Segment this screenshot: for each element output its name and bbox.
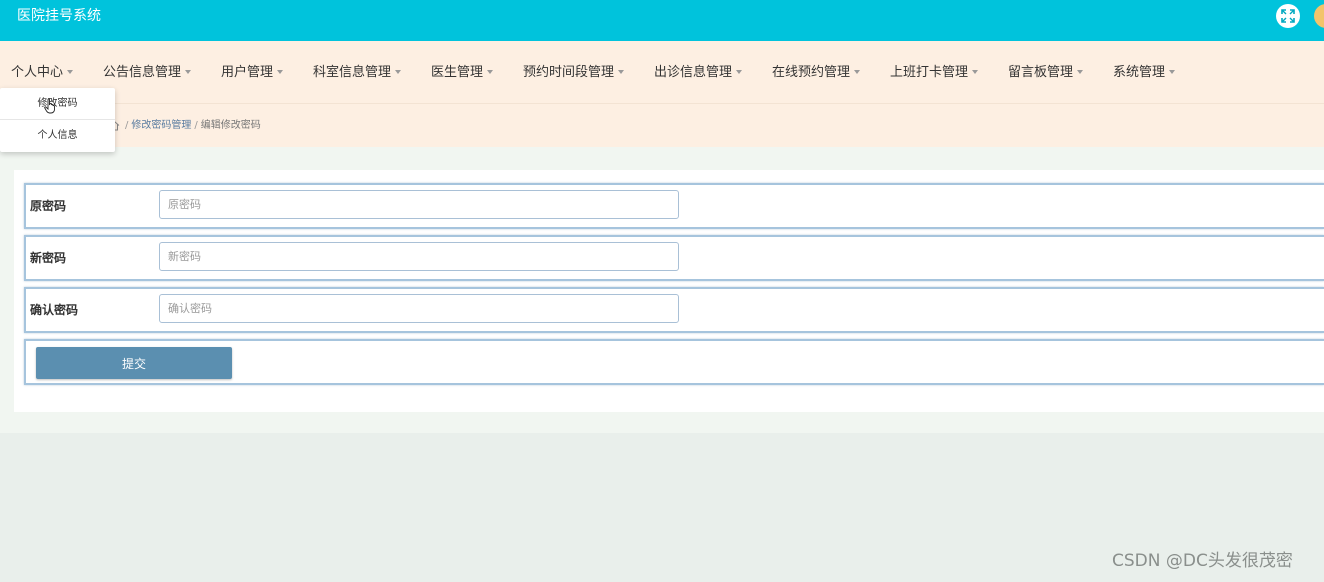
main-nav: 个人中心 公告信息管理 用户管理 科室信息管理 医生管理 预约时间段管理 出诊信… (0, 41, 1324, 103)
nav-item-label: 出诊信息管理 (654, 65, 733, 80)
nav-item-label: 在线预约管理 (772, 65, 851, 80)
nav-item-doctors[interactable]: 医生管理 (431, 64, 494, 82)
chevron-down-icon (618, 69, 625, 74)
chevron-down-icon (1169, 69, 1176, 74)
new-password-label: 新密码 (30, 251, 67, 265)
watermark: CSDN @DC头发很茂密 (1112, 551, 1293, 571)
nav-item-label: 医生管理 (431, 65, 484, 80)
fullscreen-button[interactable] (1276, 4, 1300, 28)
nav-item-time-slots[interactable]: 预约时间段管理 (523, 64, 625, 82)
breadcrumb-current: 编辑修改密码 (200, 120, 261, 131)
new-password-input[interactable] (159, 242, 679, 271)
chevron-down-icon (185, 69, 192, 74)
chevron-down-icon (736, 69, 743, 74)
confirm-password-input[interactable] (159, 294, 679, 323)
submit-button[interactable]: 提交 (36, 347, 232, 379)
form-row-actions: 提交 (24, 339, 1324, 385)
nav-item-label: 公告信息管理 (103, 65, 182, 80)
nav-item-users[interactable]: 用户管理 (221, 64, 284, 82)
dropdown-item-personal-info[interactable]: 个人信息 (0, 120, 115, 152)
nav-item-label: 上班打卡管理 (890, 65, 969, 80)
chevron-down-icon (395, 69, 402, 74)
nav-item-label: 预约时间段管理 (523, 65, 615, 80)
nav-item-label: 个人中心 (11, 65, 64, 80)
breadcrumb-bar: / 修改密码管理 / 编辑修改密码 (0, 103, 1324, 147)
nav-item-message-board[interactable]: 留言板管理 (1008, 64, 1084, 82)
personal-center-dropdown: 修改密码 个人信息 (0, 88, 115, 152)
form-row-new-password: 新密码 (24, 235, 1324, 281)
confirm-password-label: 确认密码 (30, 303, 79, 317)
fullscreen-icon (1281, 9, 1295, 23)
nav-item-label: 科室信息管理 (313, 65, 392, 80)
nav-item-label: 留言板管理 (1008, 65, 1074, 80)
breadcrumb-separator: / (194, 120, 198, 131)
chevron-down-icon (972, 69, 979, 74)
breadcrumb: / 修改密码管理 / 编辑修改密码 (109, 119, 261, 133)
nav-item-visit-info[interactable]: 出诊信息管理 (654, 64, 743, 82)
nav-item-personal-center[interactable]: 个人中心 (11, 64, 74, 82)
nav-item-department[interactable]: 科室信息管理 (313, 64, 402, 82)
chevron-down-icon (487, 69, 494, 74)
nav-item-label: 系统管理 (1113, 65, 1166, 80)
chevron-down-icon (854, 69, 861, 74)
top-header: 医院挂号系统 (0, 0, 1324, 41)
chevron-down-icon (277, 69, 284, 74)
form-row-confirm-password: 确认密码 (24, 287, 1324, 333)
nav-item-system[interactable]: 系统管理 (1113, 64, 1176, 82)
nav-item-clock-in[interactable]: 上班打卡管理 (890, 64, 979, 82)
nav-item-notice[interactable]: 公告信息管理 (103, 64, 192, 82)
hand-cursor-icon (44, 98, 55, 114)
breadcrumb-separator: / (125, 120, 129, 131)
old-password-input[interactable] (159, 190, 679, 219)
old-password-label: 原密码 (30, 199, 67, 213)
nav-item-label: 用户管理 (221, 65, 274, 80)
chevron-down-icon (1077, 69, 1084, 74)
avatar[interactable] (1314, 4, 1324, 28)
dropdown-item-change-password[interactable]: 修改密码 (0, 88, 115, 120)
nav-item-online-booking[interactable]: 在线预约管理 (772, 64, 861, 82)
chevron-down-icon (67, 69, 74, 74)
app-title: 医院挂号系统 (17, 8, 101, 24)
breadcrumb-item[interactable]: 修改密码管理 (131, 120, 191, 131)
form-row-old-password: 原密码 (24, 183, 1324, 229)
